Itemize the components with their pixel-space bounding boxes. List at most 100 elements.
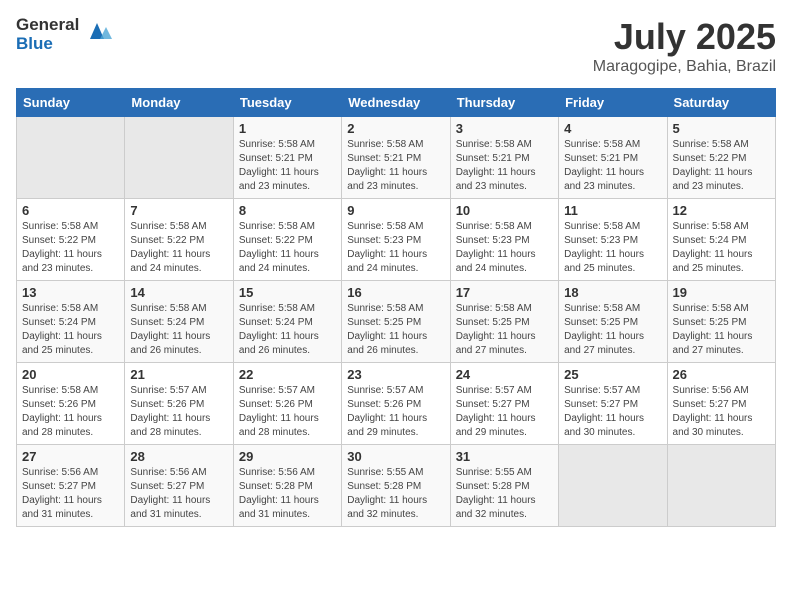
day-info: Sunrise: 5:58 AM Sunset: 5:22 PM Dayligh… bbox=[673, 138, 770, 194]
calendar-cell: 17 Sunrise: 5:58 AM Sunset: 5:25 PM Dayli… bbox=[450, 281, 558, 363]
day-info: Sunrise: 5:58 AM Sunset: 5:25 PM Dayligh… bbox=[673, 302, 770, 358]
calendar-cell: 8Sunrise: 5:58 AM Sunset: 5:22 PM Daylig… bbox=[233, 199, 341, 281]
logo-blue: Blue bbox=[16, 35, 79, 54]
day-info: Sunrise: 5:58 AM Sunset: 5:21 PM Dayligh… bbox=[456, 138, 553, 194]
calendar-cell: 27Sunrise: 5:56 AM Sunset: 5:27 PM Dayli… bbox=[17, 445, 125, 527]
day-info: Sunrise: 5:58 AM Sunset: 5:22 PM Dayligh… bbox=[239, 220, 336, 276]
calendar-cell: 16 Sunrise: 5:58 AM Sunset: 5:25 PM Dayli… bbox=[342, 281, 450, 363]
day-info: Sunrise: 5:56 AM Sunset: 5:27 PM Dayligh… bbox=[673, 384, 770, 440]
calendar-cell bbox=[559, 445, 667, 527]
calendar-cell: 19Sunrise: 5:58 AM Sunset: 5:25 PM Dayli… bbox=[667, 281, 775, 363]
calendar-cell: 11 Sunrise: 5:58 AM Sunset: 5:23 PM Dayli… bbox=[559, 199, 667, 281]
calendar-cell: 30 Sunrise: 5:55 AM Sunset: 5:28 PM Dayli… bbox=[342, 445, 450, 527]
calendar-cell bbox=[667, 445, 775, 527]
col-header-sunday: Sunday bbox=[17, 89, 125, 117]
day-number: 28 bbox=[130, 449, 227, 464]
calendar-week-row: 20 Sunrise: 5:58 AM Sunset: 5:26 PM Dayli… bbox=[17, 363, 776, 445]
calendar-cell: 14 Sunrise: 5:58 AM Sunset: 5:24 PM Dayli… bbox=[125, 281, 233, 363]
calendar-cell: 31Sunrise: 5:55 AM Sunset: 5:28 PM Dayli… bbox=[450, 445, 558, 527]
day-number: 21 bbox=[130, 367, 227, 382]
calendar-cell: 12Sunrise: 5:58 AM Sunset: 5:24 PM Dayli… bbox=[667, 199, 775, 281]
day-number: 23 bbox=[347, 367, 444, 382]
day-number: 13 bbox=[22, 285, 119, 300]
day-info: Sunrise: 5:57 AM Sunset: 5:27 PM Dayligh… bbox=[456, 384, 553, 440]
calendar-week-row: 27Sunrise: 5:56 AM Sunset: 5:27 PM Dayli… bbox=[17, 445, 776, 527]
day-info: Sunrise: 5:55 AM Sunset: 5:28 PM Dayligh… bbox=[456, 466, 553, 522]
calendar-cell: 9Sunrise: 5:58 AM Sunset: 5:23 PM Daylig… bbox=[342, 199, 450, 281]
calendar-cell: 3 Sunrise: 5:58 AM Sunset: 5:21 PM Daylig… bbox=[450, 117, 558, 199]
day-info: Sunrise: 5:57 AM Sunset: 5:27 PM Dayligh… bbox=[564, 384, 661, 440]
day-info: Sunrise: 5:58 AM Sunset: 5:24 PM Dayligh… bbox=[239, 302, 336, 358]
calendar-cell: 15 Sunrise: 5:58 AM Sunset: 5:24 PM Dayli… bbox=[233, 281, 341, 363]
day-info: Sunrise: 5:58 AM Sunset: 5:25 PM Dayligh… bbox=[456, 302, 553, 358]
day-number: 4 bbox=[564, 121, 661, 136]
col-header-friday: Friday bbox=[559, 89, 667, 117]
calendar-cell: 26 Sunrise: 5:56 AM Sunset: 5:27 PM Dayli… bbox=[667, 363, 775, 445]
day-number: 1 bbox=[239, 121, 336, 136]
day-info: Sunrise: 5:58 AM Sunset: 5:25 PM Dayligh… bbox=[347, 302, 444, 358]
calendar-cell: 24Sunrise: 5:57 AM Sunset: 5:27 PM Dayli… bbox=[450, 363, 558, 445]
calendar-cell: 22Sunrise: 5:57 AM Sunset: 5:26 PM Dayli… bbox=[233, 363, 341, 445]
calendar-cell: 23 Sunrise: 5:57 AM Sunset: 5:26 PM Dayli… bbox=[342, 363, 450, 445]
day-info: Sunrise: 5:55 AM Sunset: 5:28 PM Dayligh… bbox=[347, 466, 444, 522]
month-year: July 2025 bbox=[593, 16, 776, 58]
day-info: Sunrise: 5:56 AM Sunset: 5:27 PM Dayligh… bbox=[22, 466, 119, 522]
calendar-cell: 4 Sunrise: 5:58 AM Sunset: 5:21 PM Daylig… bbox=[559, 117, 667, 199]
day-info: Sunrise: 5:58 AM Sunset: 5:24 PM Dayligh… bbox=[22, 302, 119, 358]
calendar-week-row: 13 Sunrise: 5:58 AM Sunset: 5:24 PM Dayli… bbox=[17, 281, 776, 363]
calendar-cell: 21 Sunrise: 5:57 AM Sunset: 5:26 PM Dayli… bbox=[125, 363, 233, 445]
day-info: Sunrise: 5:58 AM Sunset: 5:24 PM Dayligh… bbox=[130, 302, 227, 358]
day-number: 15 bbox=[239, 285, 336, 300]
day-info: Sunrise: 5:58 AM Sunset: 5:23 PM Dayligh… bbox=[456, 220, 553, 276]
calendar-cell bbox=[125, 117, 233, 199]
day-number: 17 bbox=[456, 285, 553, 300]
calendar-cell: 28 Sunrise: 5:56 AM Sunset: 5:27 PM Dayli… bbox=[125, 445, 233, 527]
day-info: Sunrise: 5:56 AM Sunset: 5:27 PM Dayligh… bbox=[130, 466, 227, 522]
day-number: 12 bbox=[673, 203, 770, 218]
col-header-thursday: Thursday bbox=[450, 89, 558, 117]
day-info: Sunrise: 5:58 AM Sunset: 5:21 PM Dayligh… bbox=[564, 138, 661, 194]
logo: General Blue bbox=[16, 16, 112, 53]
day-number: 5 bbox=[673, 121, 770, 136]
day-info: Sunrise: 5:58 AM Sunset: 5:22 PM Dayligh… bbox=[130, 220, 227, 276]
calendar-cell: 13 Sunrise: 5:58 AM Sunset: 5:24 PM Dayli… bbox=[17, 281, 125, 363]
day-number: 3 bbox=[456, 121, 553, 136]
calendar-cell: 29Sunrise: 5:56 AM Sunset: 5:28 PM Dayli… bbox=[233, 445, 341, 527]
calendar-table: SundayMondayTuesdayWednesdayThursdayFrid… bbox=[16, 88, 776, 527]
col-header-monday: Monday bbox=[125, 89, 233, 117]
day-number: 14 bbox=[130, 285, 227, 300]
day-number: 26 bbox=[673, 367, 770, 382]
day-number: 11 bbox=[564, 203, 661, 218]
page-header: General Blue July 2025 Maragogipe, Bahia… bbox=[16, 16, 776, 76]
title-section: July 2025 Maragogipe, Bahia, Brazil bbox=[593, 16, 776, 76]
calendar-cell: 2 Sunrise: 5:58 AM Sunset: 5:21 PM Daylig… bbox=[342, 117, 450, 199]
day-info: Sunrise: 5:57 AM Sunset: 5:26 PM Dayligh… bbox=[130, 384, 227, 440]
day-number: 25 bbox=[564, 367, 661, 382]
calendar-cell: 10 Sunrise: 5:58 AM Sunset: 5:23 PM Dayli… bbox=[450, 199, 558, 281]
day-number: 16 bbox=[347, 285, 444, 300]
day-info: Sunrise: 5:58 AM Sunset: 5:21 PM Dayligh… bbox=[347, 138, 444, 194]
day-info: Sunrise: 5:58 AM Sunset: 5:23 PM Dayligh… bbox=[564, 220, 661, 276]
location: Maragogipe, Bahia, Brazil bbox=[593, 58, 776, 76]
calendar-cell: 25 Sunrise: 5:57 AM Sunset: 5:27 PM Dayli… bbox=[559, 363, 667, 445]
calendar-cell bbox=[17, 117, 125, 199]
day-number: 10 bbox=[456, 203, 553, 218]
day-number: 20 bbox=[22, 367, 119, 382]
calendar-cell: 1Sunrise: 5:58 AM Sunset: 5:21 PM Daylig… bbox=[233, 117, 341, 199]
col-header-wednesday: Wednesday bbox=[342, 89, 450, 117]
calendar-cell: 18Sunrise: 5:58 AM Sunset: 5:25 PM Dayli… bbox=[559, 281, 667, 363]
calendar-week-row: 1 Sunrise: 5:58 AM Sunset: 5:21 PM Daylig… bbox=[17, 117, 776, 199]
day-number: 2 bbox=[347, 121, 444, 136]
day-info: Sunrise: 5:56 AM Sunset: 5:28 PM Dayligh… bbox=[239, 466, 336, 522]
day-info: Sunrise: 5:57 AM Sunset: 5:26 PM Dayligh… bbox=[347, 384, 444, 440]
day-number: 7 bbox=[130, 203, 227, 218]
calendar-week-row: 6Sunrise: 5:58 AM Sunset: 5:22 PM Daylig… bbox=[17, 199, 776, 281]
day-number: 30 bbox=[347, 449, 444, 464]
logo-icon bbox=[82, 17, 112, 47]
calendar-cell: 6Sunrise: 5:58 AM Sunset: 5:22 PM Daylig… bbox=[17, 199, 125, 281]
day-info: Sunrise: 5:58 AM Sunset: 5:26 PM Dayligh… bbox=[22, 384, 119, 440]
day-number: 22 bbox=[239, 367, 336, 382]
col-header-saturday: Saturday bbox=[667, 89, 775, 117]
day-info: Sunrise: 5:58 AM Sunset: 5:25 PM Dayligh… bbox=[564, 302, 661, 358]
day-info: Sunrise: 5:58 AM Sunset: 5:23 PM Dayligh… bbox=[347, 220, 444, 276]
